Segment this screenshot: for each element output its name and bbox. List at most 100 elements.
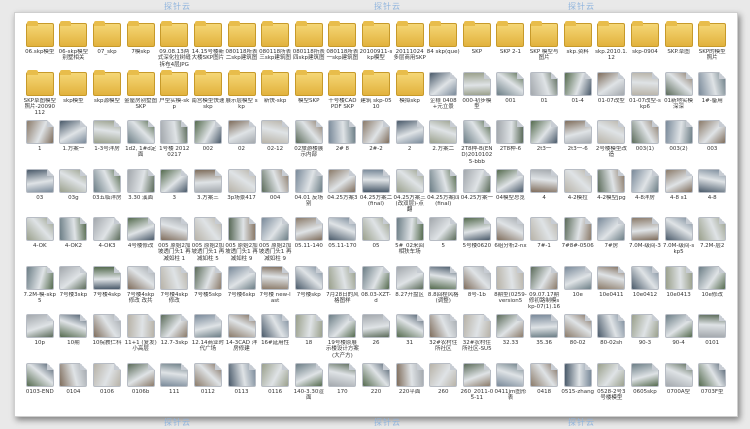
- file-item[interactable]: 01: [527, 70, 561, 119]
- file-item[interactable]: 0418: [527, 361, 561, 410]
- file-item[interactable]: 32#农村住所社区-SU5: [460, 312, 494, 361]
- file-item[interactable]: 04.25方案一: [460, 167, 494, 216]
- file-item[interactable]: 005 原始2加坡透门头1 再减如柱 5: [191, 215, 225, 264]
- folder-item[interactable]: 户型实模-skp: [157, 69, 191, 119]
- file-item[interactable]: 8.27开盘区: [393, 264, 427, 313]
- file-item[interactable]: 0605skp: [628, 361, 662, 410]
- file-item[interactable]: 005 原始2加坡透门头1 再减如柱 1: [157, 215, 191, 264]
- file-item[interactable]: 004: [258, 167, 292, 216]
- folder-item[interactable]: skp-0904: [628, 21, 662, 70]
- file-item[interactable]: 01新地实模 深深: [662, 70, 696, 119]
- folder-item[interactable]: skp.2010.1.12: [595, 21, 629, 70]
- file-item[interactable]: 09.07.17期修初路制模skp-07(1).16: [527, 264, 561, 313]
- file-item[interactable]: 26: [359, 312, 393, 361]
- file-item[interactable]: 12.14商业时代广场: [191, 312, 225, 361]
- file-item[interactable]: 2: [393, 118, 427, 167]
- file-item[interactable]: 7#-1: [527, 215, 561, 264]
- file-item[interactable]: 260_2011-05-11: [460, 361, 494, 410]
- file-item[interactable]: 04模型总览: [494, 167, 528, 216]
- file-item[interactable]: 企様 0408+元立景: [426, 70, 460, 119]
- file-item[interactable]: 10e: [561, 264, 595, 313]
- file-item[interactable]: 4-2模拉: [561, 167, 595, 216]
- folder-item[interactable]: 南宫模型快速 skp: [191, 69, 225, 119]
- file-item[interactable]: 5#_02来回相扶车场: [393, 215, 427, 264]
- file-item[interactable]: 04.25方案四(final): [426, 167, 460, 216]
- file-item[interactable]: 005 原始2加坡透门头1 再减如柱 9: [258, 215, 292, 264]
- folder-item[interactable]: 07_skp: [90, 21, 124, 70]
- file-item[interactable]: 2T8种-6: [494, 118, 528, 167]
- file-item[interactable]: 2# 8: [326, 118, 360, 167]
- file-item[interactable]: 7.0M-级间-skp5: [662, 215, 696, 264]
- file-item[interactable]: 01-07改型: [595, 70, 629, 119]
- file-item[interactable]: 7.0M-级间-3: [628, 215, 662, 264]
- folder-item[interactable]: 20100911-skp模型: [359, 21, 393, 70]
- file-item[interactable]: 1d2, 1#d定面: [124, 118, 158, 167]
- file-item[interactable]: 0515-zhang: [561, 361, 595, 410]
- file-item[interactable]: 1: [23, 118, 57, 167]
- file-item[interactable]: 7号楼 new-last: [258, 264, 292, 313]
- file-item[interactable]: 7#8#-0506: [561, 215, 595, 264]
- folder-item[interactable]: 080118所表一skp建筑图: [326, 21, 360, 70]
- file-item[interactable]: 16#延用性: [258, 312, 292, 361]
- file-item[interactable]: 03: [23, 167, 57, 216]
- file-item[interactable]: 0411jm图形表: [494, 361, 528, 410]
- folder-item[interactable]: 建筑 skp-0510: [359, 69, 393, 119]
- folder-item[interactable]: SKP 模型与图片: [527, 21, 561, 70]
- file-item[interactable]: 8期型(0259-version5: [494, 264, 528, 313]
- file-item[interactable]: 32#农村住所社区: [426, 312, 460, 361]
- file-item[interactable]: 220: [359, 361, 393, 410]
- folder-item[interactable]: SKP草图模型 照片-20090112: [23, 69, 57, 119]
- folder-item[interactable]: skp源模型: [90, 69, 124, 119]
- file-item[interactable]: 8.8回程风格(调整): [426, 264, 460, 313]
- file-item[interactable]: 05: [359, 215, 393, 264]
- folder-item[interactable]: SKP 2-1: [494, 21, 528, 70]
- file-item[interactable]: 05.11-170: [326, 215, 360, 264]
- file-item[interactable]: 32.33: [494, 312, 528, 361]
- file-item[interactable]: 005 原始2加坡透门头1 再减如柱 9: [225, 215, 259, 264]
- folder-item[interactable]: 06.skp模型: [23, 21, 57, 70]
- file-item[interactable]: 0106: [90, 361, 124, 410]
- file-item[interactable]: 8号-1b: [460, 264, 494, 313]
- file-item[interactable]: 111: [157, 361, 191, 410]
- file-item[interactable]: 0528-2号3号楼模型: [595, 361, 629, 410]
- folder-item[interactable]: 模型SKP: [292, 69, 326, 119]
- file-item[interactable]: 05.11-140: [292, 215, 326, 264]
- file-item[interactable]: 4-8 s1: [662, 167, 696, 216]
- file-item[interactable]: 1-3号洋房: [90, 118, 124, 167]
- folder-item[interactable]: SKP的模型 照片: [695, 21, 729, 70]
- file-item[interactable]: 2号楼模型改造: [595, 118, 629, 167]
- file-item[interactable]: 01-4: [561, 70, 595, 119]
- file-item[interactable]: 7号楼4skp修改: [157, 264, 191, 313]
- file-item[interactable]: 220平面: [393, 361, 427, 410]
- file-item[interactable]: 0103-END: [23, 361, 57, 410]
- file-item[interactable]: 0113: [225, 361, 259, 410]
- file-item[interactable]: 11+1 (复发) 小高层: [124, 312, 158, 361]
- file-item[interactable]: 000-初步模型: [460, 70, 494, 119]
- file-item[interactable]: 7号楼5skp: [191, 264, 225, 313]
- file-item[interactable]: 80-02: [561, 312, 595, 361]
- file-item[interactable]: 90-4: [662, 312, 696, 361]
- folder-item[interactable]: 080118所表四skp建筑图: [292, 21, 326, 70]
- file-item[interactable]: 7号楼4skp: [90, 264, 124, 313]
- file-item[interactable]: 3: [157, 167, 191, 216]
- file-item[interactable]: 7号楼6skp: [225, 264, 259, 313]
- file-item[interactable]: 10e修改: [695, 264, 729, 313]
- file-item[interactable]: 7号楼4skp修改 改共: [124, 264, 158, 313]
- file-item[interactable]: 03五临洋房: [90, 167, 124, 216]
- file-item[interactable]: 02旅游楼展示内部: [292, 118, 326, 167]
- file-item[interactable]: 10e0411: [595, 264, 629, 313]
- file-item[interactable]: 0101: [695, 312, 729, 361]
- file-item[interactable]: 7.2M-层2: [695, 215, 729, 264]
- file-item[interactable]: 10e0412: [628, 264, 662, 313]
- file-item[interactable]: 4-2模型jpg: [595, 167, 629, 216]
- file-item[interactable]: 4-OK: [23, 215, 57, 264]
- file-item[interactable]: 170: [326, 361, 360, 410]
- file-item[interactable]: 2T8种-B(END)20101025-bbb: [460, 118, 494, 167]
- folder-item[interactable]: skp模型: [57, 69, 91, 119]
- file-item[interactable]: 1#-备用: [695, 70, 729, 119]
- file-item[interactable]: 4-8洋房: [628, 167, 662, 216]
- file-item[interactable]: 2t3一: [527, 118, 561, 167]
- file-item[interactable]: 02: [225, 118, 259, 167]
- file-item[interactable]: 3p场景417: [225, 167, 259, 216]
- folder-item[interactable]: 金屋房别墅图SKP: [124, 69, 158, 119]
